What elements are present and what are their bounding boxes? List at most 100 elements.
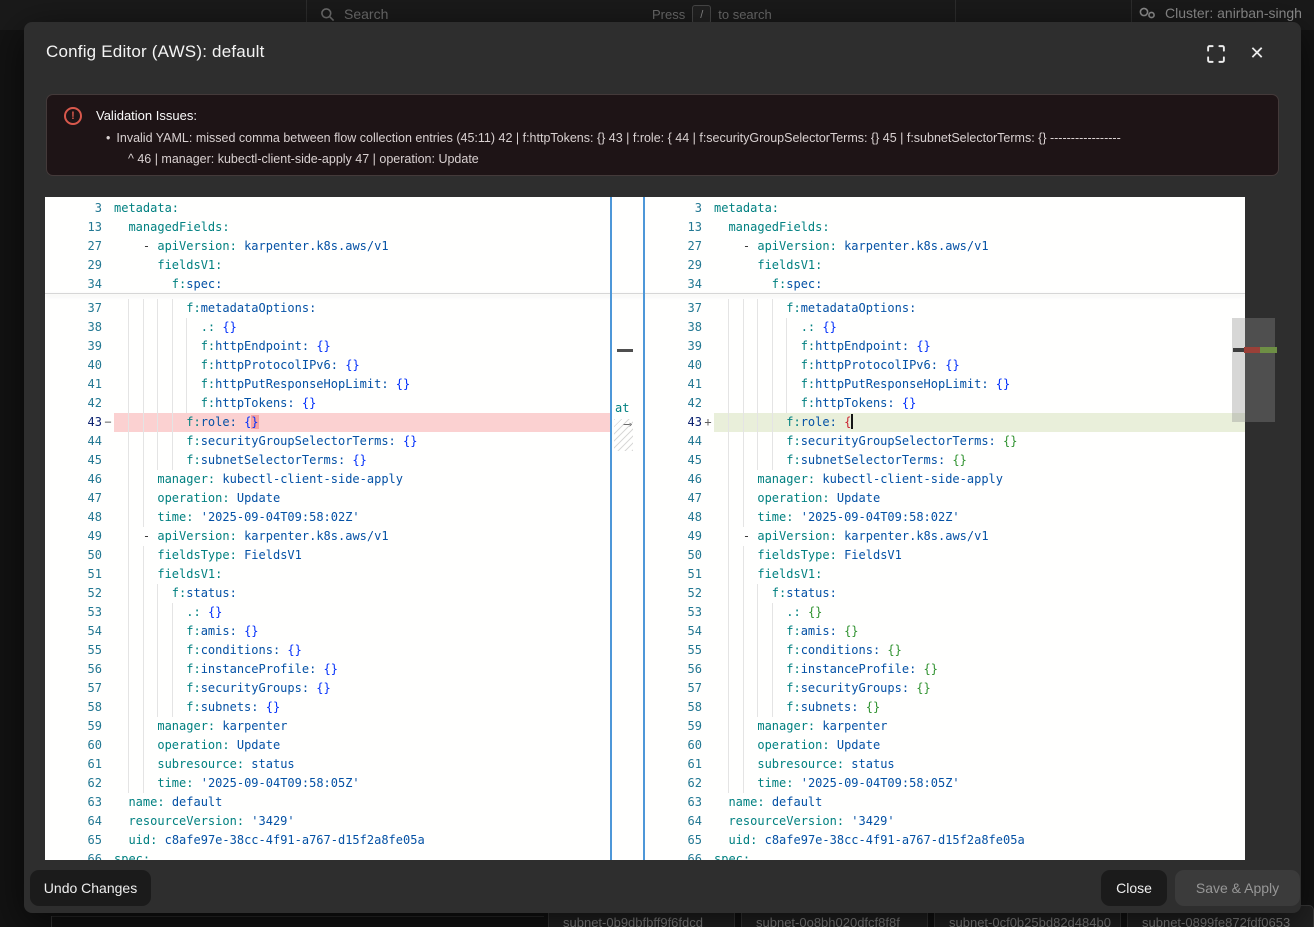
code-text[interactable]: f:instanceProfile: {} — [714, 660, 1245, 679]
code-text[interactable]: f:httpTokens: {} — [714, 394, 1245, 413]
code-text[interactable]: f:securityGroups: {} — [114, 679, 610, 698]
code-text[interactable]: manager: kubectl-client-side-apply — [114, 470, 610, 489]
code-text[interactable]: f:status: — [714, 584, 1245, 603]
code-text[interactable]: operation: Update — [714, 489, 1245, 508]
yaml-diff-editor[interactable]: 3metadata:13 managedFields:27 - apiVersi… — [45, 197, 1245, 860]
code-text[interactable]: f:metadataOptions: — [714, 299, 1245, 318]
line-number-gutter: 39 — [645, 337, 714, 356]
line-number-gutter: 34 — [645, 275, 714, 294]
code-text[interactable]: f:subnets: {} — [714, 698, 1245, 717]
code-text[interactable]: f:httpEndpoint: {} — [114, 337, 610, 356]
close-button[interactable]: Close — [1101, 870, 1167, 906]
line-number-gutter: 43+ — [645, 413, 714, 432]
code-text[interactable]: spec: — [114, 850, 610, 860]
code-text[interactable]: time: '2025-09-04T09:58:02Z' — [714, 508, 1245, 527]
close-icon[interactable]: ✕ — [1245, 41, 1269, 65]
diff-hatch-decoration — [614, 419, 633, 451]
code-text[interactable]: f:spec: — [114, 275, 610, 294]
code-text[interactable]: f:subnetSelectorTerms: {} — [714, 451, 1245, 470]
code-text[interactable]: f:amis: {} — [114, 622, 610, 641]
right-code-lines[interactable]: 37 f:metadataOptions:38 .: {}39 f:httpEn… — [645, 299, 1245, 860]
code-text[interactable]: spec: — [714, 850, 1245, 860]
code-line: 37 f:metadataOptions: — [645, 299, 1245, 318]
code-line: 54 f:amis: {} — [45, 622, 610, 641]
code-text[interactable]: f:spec: — [714, 275, 1245, 294]
code-line: 47 operation: Update — [45, 489, 610, 508]
code-text[interactable]: resourceVersion: '3429' — [714, 812, 1245, 831]
code-text[interactable]: - apiVersion: karpenter.k8s.aws/v1 — [714, 237, 1245, 256]
line-number-gutter: 29 — [45, 256, 114, 275]
warning-icon: ! — [64, 107, 82, 125]
diff-left-pane[interactable]: 3metadata:13 managedFields:27 - apiVersi… — [45, 197, 610, 860]
code-text[interactable]: operation: Update — [114, 736, 610, 755]
code-text[interactable]: subresource: status — [114, 755, 610, 774]
search-input[interactable]: Search — [320, 6, 388, 22]
overview-position-mark — [1233, 348, 1244, 352]
code-text[interactable]: .: {} — [114, 318, 610, 337]
code-text[interactable]: f:httpPutResponseHopLimit: {} — [114, 375, 610, 394]
code-text[interactable]: f:subnets: {} — [114, 698, 610, 717]
code-text[interactable]: .: {} — [714, 603, 1245, 622]
code-text[interactable]: manager: kubectl-client-side-apply — [714, 470, 1245, 489]
code-text[interactable]: f:instanceProfile: {} — [114, 660, 610, 679]
code-text[interactable]: fieldsV1: — [114, 565, 610, 584]
save-apply-button[interactable]: Save & Apply — [1175, 870, 1300, 906]
left-code-lines[interactable]: 37 f:metadataOptions:38 .: {}39 f:httpEn… — [45, 299, 610, 860]
code-text[interactable]: subresource: status — [714, 755, 1245, 774]
code-text[interactable]: - apiVersion: karpenter.k8s.aws/v1 — [114, 237, 610, 256]
code-text[interactable]: resourceVersion: '3429' — [114, 812, 610, 831]
code-text[interactable]: f:httpPutResponseHopLimit: {} — [714, 375, 1245, 394]
code-text[interactable]: - apiVersion: karpenter.k8s.aws/v1 — [114, 527, 610, 546]
code-text[interactable]: metadata: — [714, 199, 1245, 218]
overview-scrollbar-slider[interactable] — [1232, 318, 1275, 422]
code-line: 56 f:instanceProfile: {} — [645, 660, 1245, 679]
code-line: 34 f:spec: — [45, 275, 610, 294]
code-text[interactable]: f:httpProtocolIPv6: {} — [714, 356, 1245, 375]
code-text[interactable]: .: {} — [714, 318, 1245, 337]
code-text[interactable]: fieldsV1: — [714, 256, 1245, 275]
code-text[interactable]: time: '2025-09-04T09:58:05Z' — [714, 774, 1245, 793]
line-number-gutter: 49 — [645, 527, 714, 546]
code-text[interactable]: .: {} — [114, 603, 610, 622]
code-text[interactable]: operation: Update — [714, 736, 1245, 755]
code-text[interactable]: fieldsType: FieldsV1 — [114, 546, 610, 565]
code-text[interactable]: managedFields: — [114, 218, 610, 237]
code-text[interactable]: operation: Update — [114, 489, 610, 508]
line-number-gutter: 39 — [45, 337, 114, 356]
code-text[interactable]: f:securityGroupSelectorTerms: {} — [114, 432, 610, 451]
code-text[interactable]: time: '2025-09-04T09:58:05Z' — [114, 774, 610, 793]
code-text[interactable]: f:conditions: {} — [714, 641, 1245, 660]
code-text[interactable]: f:role: {} — [114, 413, 610, 432]
code-text[interactable]: f:httpTokens: {} — [114, 394, 610, 413]
code-text[interactable]: f:httpEndpoint: {} — [714, 337, 1245, 356]
code-text[interactable]: manager: karpenter — [114, 717, 610, 736]
code-text[interactable]: f:amis: {} — [714, 622, 1245, 641]
cluster-selector[interactable]: Cluster: anirban-singh — [1138, 5, 1302, 21]
code-text[interactable]: name: default — [714, 793, 1245, 812]
code-text[interactable]: f:securityGroups: {} — [714, 679, 1245, 698]
diff-sash[interactable] — [610, 197, 612, 860]
code-text[interactable]: manager: karpenter — [714, 717, 1245, 736]
code-text[interactable]: f:metadataOptions: — [114, 299, 610, 318]
diff-right-pane[interactable]: 3metadata:13 managedFields:27 - apiVersi… — [645, 197, 1245, 860]
fullscreen-icon[interactable] — [1207, 45, 1225, 63]
code-text[interactable]: f:status: — [114, 584, 610, 603]
line-number-gutter: 34 — [45, 275, 114, 294]
undo-changes-button[interactable]: Undo Changes — [30, 870, 151, 906]
code-text[interactable]: name: default — [114, 793, 610, 812]
code-text[interactable]: uid: c8afe97e-38cc-4f91-a767-d15f2a8fe05… — [714, 831, 1245, 850]
code-text[interactable]: f:securityGroupSelectorTerms: {} — [714, 432, 1245, 451]
code-text[interactable]: f:role: { — [714, 413, 1245, 432]
code-text[interactable]: uid: c8afe97e-38cc-4f91-a767-d15f2a8fe05… — [114, 831, 610, 850]
code-text[interactable]: metadata: — [114, 199, 610, 218]
code-text[interactable]: f:subnetSelectorTerms: {} — [114, 451, 610, 470]
code-text[interactable]: f:httpProtocolIPv6: {} — [114, 356, 610, 375]
code-text[interactable]: fieldsType: FieldsV1 — [714, 546, 1245, 565]
code-text[interactable]: fieldsV1: — [114, 256, 610, 275]
code-text[interactable]: managedFields: — [714, 218, 1245, 237]
code-text[interactable]: fieldsV1: — [714, 565, 1245, 584]
code-text[interactable]: time: '2025-09-04T09:58:02Z' — [114, 508, 610, 527]
diff-sash[interactable] — [643, 197, 645, 860]
code-text[interactable]: - apiVersion: karpenter.k8s.aws/v1 — [714, 527, 1245, 546]
code-text[interactable]: f:conditions: {} — [114, 641, 610, 660]
